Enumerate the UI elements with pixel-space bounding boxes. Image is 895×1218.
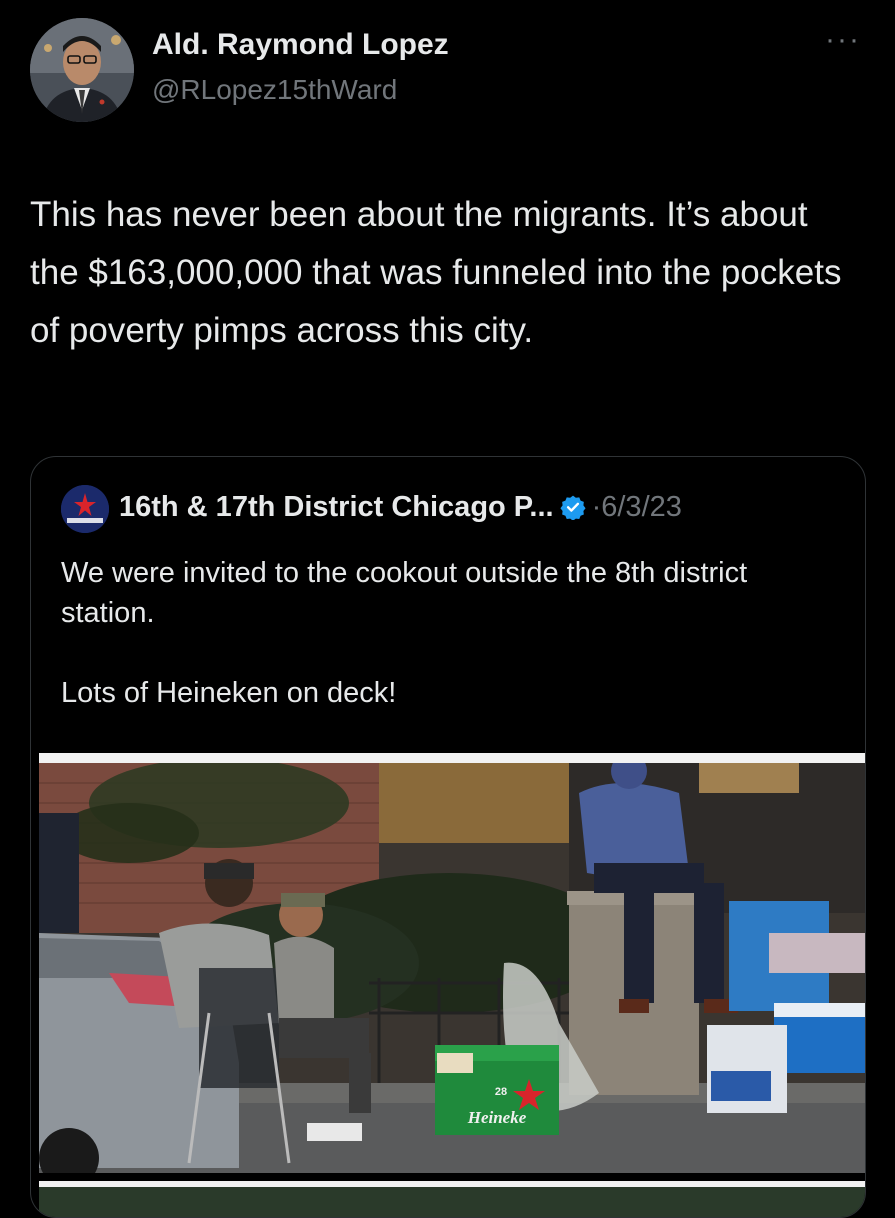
quoted-date[interactable]: 6/3/23 [601,491,682,523]
quoted-avatar[interactable] [61,485,109,533]
quoted-text-line2: Lots of Heineken on deck! [61,677,397,709]
author-avatar[interactable] [30,18,134,122]
quoted-photo[interactable]: Heineke 28 [39,753,865,1183]
more-dots-icon[interactable]: ··· [825,25,861,55]
heineken-label: Heineke [467,1108,527,1127]
author-name[interactable]: Ald. Raymond Lopez [152,28,449,62]
quoted-tweet[interactable]: 16th & 17th District Chicago P... ·6/3/23… [30,456,866,1218]
quoted-header: 16th & 17th District Chicago P... ·6/3/23 [119,491,682,528]
tweet-header: Ald. Raymond Lopez @RLopez15thWard ··· [0,0,895,150]
quoted-text-line1: We were invited to the cookout outside t… [61,557,748,629]
quoted-text: We were invited to the cookout outside t… [61,553,841,713]
dot-separator: · [591,491,602,523]
author-handle[interactable]: @RLopez15thWard [152,74,397,106]
verified-badge-icon [560,494,586,528]
case-count-label: 28 [495,1086,507,1098]
quoted-name[interactable]: 16th & 17th District Chicago P... [119,491,554,523]
tweet-text: This has never been about the migrants. … [30,195,842,350]
